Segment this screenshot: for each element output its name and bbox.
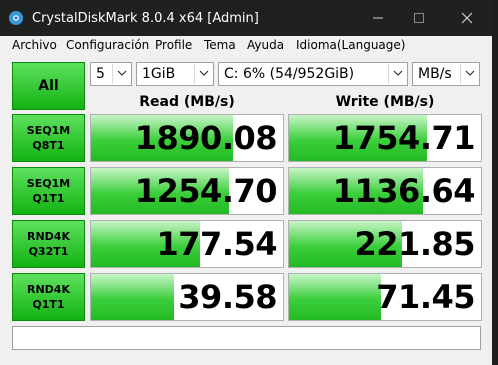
crystaldiskmark-app-icon [8, 10, 24, 26]
menu-configuracion[interactable]: Configuración [66, 38, 149, 52]
write-result-seq1m-q8t1: 1754.71 [288, 114, 482, 162]
test-size-value: 1GiB [142, 66, 176, 82]
title-bar[interactable]: CrystalDiskMark 8.0.4 x64 [Admin] [0, 0, 492, 36]
menu-tema[interactable]: Tema [204, 38, 236, 52]
test-name: SEQ1M [26, 124, 71, 137]
test-button-rnd4k-q1t1[interactable]: RND4K Q1T1 [12, 273, 85, 321]
read-result-seq1m-q1t1: 1254.70 [90, 167, 284, 215]
read-value: 1254.70 [134, 172, 278, 210]
test-params: Q1T1 [32, 298, 65, 311]
maximize-icon[interactable] [396, 0, 442, 36]
test-button-seq1m-q1t1[interactable]: SEQ1M Q1T1 [12, 167, 85, 215]
comment-input[interactable] [12, 326, 481, 350]
test-name: SEQ1M [26, 177, 71, 190]
menu-bar: Archivo Configuración Profile Tema Ayuda… [0, 36, 492, 56]
chevron-down-icon [460, 64, 478, 84]
unit-value: MB/s [418, 66, 452, 82]
drive-select[interactable]: C: 6% (54/952GiB) [218, 62, 408, 86]
crystaldiskmark-window: CrystalDiskMark 8.0.4 x64 [Admin] Archiv… [0, 0, 492, 365]
write-result-seq1m-q1t1: 1136.64 [288, 167, 482, 215]
read-result-rnd4k-q1t1: 39.58 [90, 273, 284, 321]
read-bar [91, 274, 174, 320]
minimize-icon[interactable] [355, 0, 401, 36]
test-size-select[interactable]: 1GiB [136, 62, 214, 86]
chevron-down-icon [112, 64, 130, 84]
test-button-rnd4k-q32t1[interactable]: RND4K Q32T1 [12, 220, 85, 268]
test-name: RND4K [27, 230, 70, 243]
menu-profile[interactable]: Profile [155, 38, 192, 52]
test-params: Q1T1 [32, 192, 65, 205]
close-icon[interactable] [444, 0, 490, 36]
write-result-rnd4k-q1t1: 71.45 [288, 273, 482, 321]
test-count-value: 5 [96, 66, 105, 82]
test-count-select[interactable]: 5 [90, 62, 132, 86]
read-result-rnd4k-q32t1: 177.54 [90, 220, 284, 268]
window-title: CrystalDiskMark 8.0.4 x64 [Admin] [32, 11, 259, 26]
write-value: 71.45 [376, 278, 475, 316]
menu-idioma[interactable]: Idioma(Language) [296, 38, 405, 52]
drive-value: C: 6% (54/952GiB) [224, 66, 355, 82]
write-value: 1136.64 [332, 172, 476, 210]
unit-select[interactable]: MB/s [412, 62, 480, 86]
menu-ayuda[interactable]: Ayuda [247, 38, 284, 52]
write-bar [289, 274, 382, 320]
read-value: 39.58 [178, 278, 277, 316]
background-window [492, 0, 498, 365]
test-button-seq1m-q8t1[interactable]: SEQ1M Q8T1 [12, 114, 85, 162]
read-value: 177.54 [156, 225, 278, 263]
test-name: RND4K [27, 283, 70, 296]
chevron-down-icon [388, 64, 406, 84]
test-params: Q8T1 [32, 139, 65, 152]
read-result-seq1m-q8t1: 1890.08 [90, 114, 284, 162]
write-result-rnd4k-q32t1: 221.85 [288, 220, 482, 268]
read-value: 1890.08 [134, 119, 278, 157]
test-params: Q32T1 [28, 245, 69, 258]
write-column-header: Write (MB/s) [335, 94, 435, 110]
chevron-down-icon [194, 64, 212, 84]
read-column-header: Read (MB/s) [139, 94, 235, 110]
write-value: 221.85 [354, 225, 476, 263]
write-value: 1754.71 [332, 119, 476, 157]
menu-archivo[interactable]: Archivo [12, 38, 57, 52]
all-button[interactable]: All [12, 62, 85, 110]
